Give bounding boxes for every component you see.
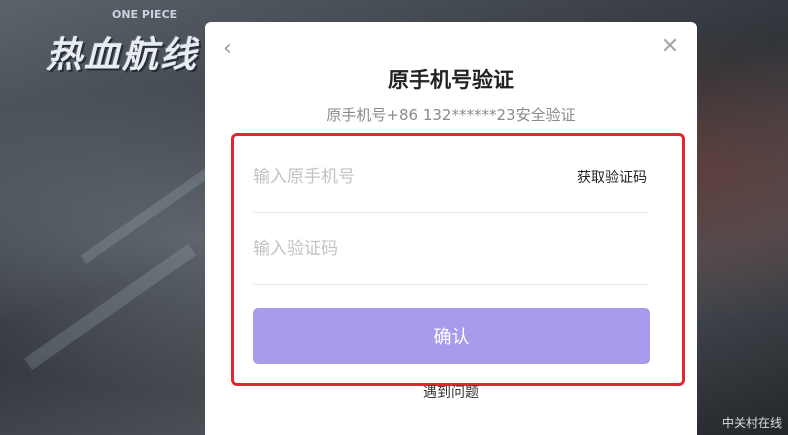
get-code-button[interactable]: 获取验证码 xyxy=(577,142,647,212)
code-field xyxy=(253,214,649,285)
help-link[interactable]: 遇到问题 xyxy=(205,382,697,402)
game-logo-subtitle: ONE PIECE xyxy=(112,8,178,21)
chevron-left-icon: ‹ xyxy=(223,36,232,61)
dialog-subtitle: 原手机号+86 132******23安全验证 xyxy=(326,106,576,124)
close-icon: ✕ xyxy=(660,34,680,59)
verification-dialog: ‹ ✕ 原手机号验证 原手机号+86 132******23安全验证 获取验证码… xyxy=(205,22,697,435)
background-streak xyxy=(24,243,196,371)
phone-input[interactable] xyxy=(253,142,553,212)
game-logo: 热血航线 xyxy=(46,34,199,76)
phone-field: 获取验证码 xyxy=(253,142,649,213)
dialog-title: 原手机号验证 xyxy=(388,68,514,92)
watermark: 中关村在线 xyxy=(721,416,782,430)
back-button[interactable]: ‹ xyxy=(223,38,243,60)
confirm-button[interactable]: 确认 xyxy=(253,308,650,364)
close-button[interactable]: ✕ xyxy=(659,36,681,58)
code-input[interactable] xyxy=(253,214,553,284)
